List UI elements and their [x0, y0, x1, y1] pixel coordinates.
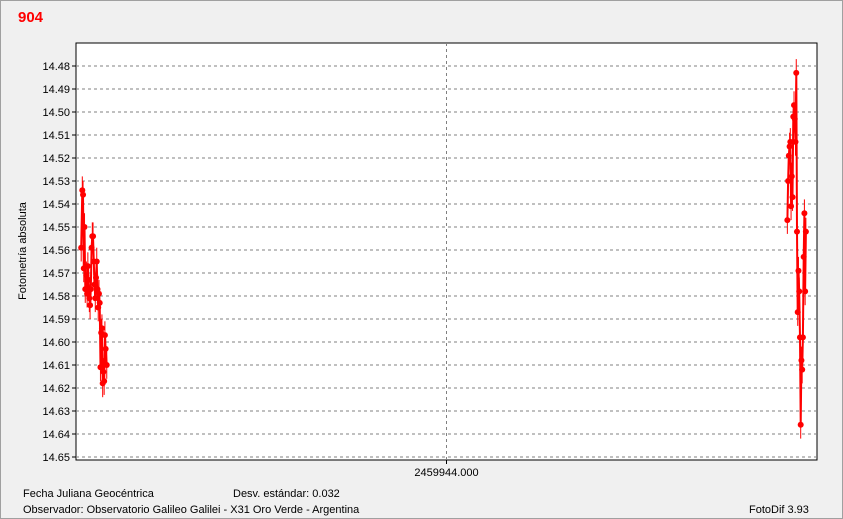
y-tick-label: 14.49 — [42, 84, 70, 96]
data-point — [787, 138, 794, 145]
data-point — [784, 217, 791, 224]
data-point — [802, 228, 809, 235]
data-point — [80, 191, 87, 198]
data-point — [795, 267, 802, 274]
y-tick-labels: 14.48 14.49 14.50 14.51 14.52 14.53 14.54 14.55… — [42, 61, 76, 464]
data-point — [95, 290, 102, 297]
data-point — [791, 102, 798, 109]
x-axis-label: Fecha Juliana Geocéntrica — [23, 488, 154, 500]
data-point — [785, 152, 792, 159]
y-tick-label: 14.52 — [42, 153, 70, 165]
std-deviation-label: Desv. estándar: 0.032 — [233, 488, 340, 500]
data-point — [93, 258, 100, 265]
data-point — [81, 224, 88, 230]
y-tick-label: 14.55 — [42, 222, 70, 234]
y-tick-label: 14.56 — [42, 245, 70, 257]
x-tick-group: 2459944.000 — [414, 460, 479, 479]
y-tick-label: 14.61 — [42, 360, 70, 372]
data-point — [789, 194, 796, 201]
y-tick-label: 14.54 — [42, 199, 70, 211]
software-label: FotoDif 3.93 — [749, 504, 809, 516]
data-point — [802, 288, 809, 295]
data-point — [93, 274, 100, 281]
y-tick-label: 14.58 — [42, 291, 70, 303]
light-curve-chart: 14.48 14.49 14.50 14.51 14.52 14.53 14.54 14.55… — [42, 42, 818, 479]
data-point — [788, 173, 795, 180]
observer-label: Observador: Observatorio Galileo Galilei… — [23, 504, 360, 516]
y-tick-label: 14.64 — [42, 429, 70, 441]
data-point — [84, 263, 91, 270]
data-point — [101, 378, 108, 385]
data-point — [788, 203, 795, 210]
chart-window: 904 Fotometría absoluta 14.48 14.49 14.50 1… — [0, 0, 843, 519]
data-point — [798, 357, 805, 364]
data-point — [792, 138, 799, 145]
data-point — [96, 299, 103, 306]
data-point — [793, 69, 800, 76]
data-point — [797, 421, 804, 428]
data-point — [791, 115, 798, 122]
y-tick-label: 14.51 — [42, 130, 70, 142]
data-point — [86, 295, 93, 302]
data-point — [98, 325, 105, 332]
y-tick-label: 14.50 — [42, 107, 70, 119]
data-point — [78, 244, 85, 251]
y-tick-label: 14.63 — [42, 406, 70, 418]
data-point — [800, 253, 807, 260]
y-tick-label: 14.53 — [42, 176, 70, 188]
y-tick-label: 14.57 — [42, 268, 70, 280]
data-point — [90, 233, 97, 240]
data-point — [799, 334, 806, 341]
x-tick-label: 2459944.000 — [414, 467, 478, 479]
data-point — [793, 228, 800, 235]
y-tick-label: 14.59 — [42, 314, 70, 326]
data-point — [796, 288, 803, 295]
data-point — [102, 345, 109, 352]
y-tick-label: 14.62 — [42, 383, 70, 395]
data-point — [103, 362, 110, 368]
data-point — [794, 309, 801, 316]
y-tick-label: 14.48 — [42, 61, 70, 73]
y-tick-label: 14.65 — [42, 452, 70, 464]
data-point — [87, 302, 94, 309]
data-point — [801, 210, 808, 217]
data-point — [100, 368, 107, 375]
data-point — [101, 332, 108, 339]
y-tick-label: 14.60 — [42, 337, 70, 349]
data-point — [799, 366, 806, 373]
